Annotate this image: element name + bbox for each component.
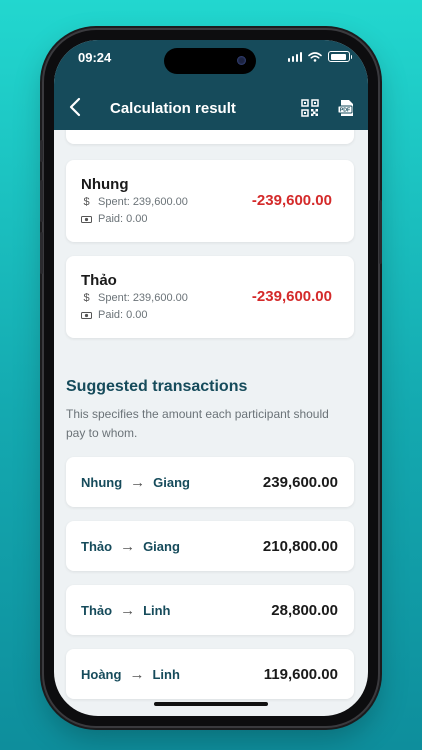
money-icon [81, 311, 92, 319]
payee-name: Giang [153, 474, 190, 490]
app-screen: 09:24 Calculation result PDF Nhung $ Spe… [54, 40, 368, 716]
participant-card: Nhung $ Spent: 239,600.00 Paid: 0.00 -23… [66, 160, 354, 242]
arrow-right-icon: → [120, 537, 136, 555]
participant-card: Thảo $ Spent: 239,600.00 Paid: 0.00 -239… [66, 256, 354, 338]
transaction-row[interactable]: Hoàng → Linh 119,600.00 [66, 649, 354, 699]
transaction-route: Nhung → Giang [81, 457, 190, 507]
transaction-row[interactable]: Thảo → Giang 210,800.00 [66, 521, 354, 571]
spent-value: 239,600.00 [132, 292, 188, 304]
payee-name: Giang [143, 538, 180, 554]
paid-row: Paid: 0.00 [81, 309, 148, 321]
payee-name: Linh [152, 666, 180, 682]
paid-value: 0.00 [126, 213, 148, 225]
transaction-amount: 28,800.00 [271, 601, 338, 619]
svg-text:PDF: PDF [340, 108, 350, 114]
status-time: 09:24 [78, 50, 112, 65]
paid-value: 0.00 [126, 309, 148, 321]
transaction-row[interactable]: Nhung → Giang 239,600.00 [66, 457, 354, 507]
spent-row: $ Spent: 239,600.00 [81, 196, 188, 208]
transaction-route: Thảo → Giang [81, 521, 180, 571]
dynamic-island [164, 48, 256, 74]
content-area[interactable]: Nhung $ Spent: 239,600.00 Paid: 0.00 -23… [54, 130, 368, 716]
spent-label: Spent: [98, 292, 130, 304]
home-indicator[interactable] [154, 702, 268, 706]
volume-down-button [40, 232, 43, 274]
qr-code-icon[interactable] [300, 98, 320, 118]
transaction-row[interactable]: Thảo → Linh 28,800.00 [66, 585, 354, 635]
transaction-route: Hoàng → Linh [81, 649, 180, 699]
phone-frame: 09:24 Calculation result PDF Nhung $ Spe… [40, 30, 382, 726]
payer-name: Thảo [81, 602, 113, 618]
volume-up-button [40, 180, 43, 222]
transaction-amount: 119,600.00 [263, 665, 338, 683]
section-title: Suggested transactions [66, 378, 248, 395]
arrow-right-icon: → [130, 473, 146, 491]
app-header: 09:24 Calculation result PDF [54, 40, 368, 130]
transaction-amount: 239,600.00 [262, 473, 338, 491]
status-icons [287, 51, 352, 62]
balance-value: -239,600.00 [251, 192, 332, 209]
participant-name: Nhung [81, 176, 129, 193]
paid-row: Paid: 0.00 [81, 213, 148, 225]
participant-card-partial [66, 130, 354, 144]
wifi-icon [308, 51, 322, 62]
section-description: This specifies the amount each participa… [66, 407, 329, 440]
transaction-amount: 210,800.00 [262, 537, 338, 555]
page-title: Calculation result [110, 100, 236, 117]
back-arrow-icon[interactable] [66, 96, 86, 118]
transaction-route: Thảo → Linh [81, 585, 171, 635]
payee-name: Linh [143, 602, 171, 618]
payer-name: Nhung [81, 474, 123, 490]
balance-value: -239,600.00 [251, 288, 332, 305]
power-button [379, 200, 382, 264]
silent-switch [40, 140, 43, 162]
dollar-icon: $ [83, 196, 90, 208]
participant-name: Thảo [81, 272, 117, 289]
dollar-icon: $ [83, 292, 90, 304]
camera-icon [237, 56, 246, 65]
paid-label: Paid: [98, 213, 124, 225]
payer-name: Hoàng [81, 666, 122, 682]
paid-label: Paid: [98, 309, 124, 321]
spent-value: 239,600.00 [132, 196, 188, 208]
battery-icon [328, 51, 352, 62]
money-icon [81, 215, 92, 223]
arrow-right-icon: → [120, 601, 136, 619]
arrow-right-icon: → [129, 665, 145, 683]
pdf-icon[interactable]: PDF [336, 98, 356, 118]
spent-row: $ Spent: 239,600.00 [81, 292, 188, 304]
payer-name: Thảo [81, 538, 113, 554]
signal-icon [287, 51, 302, 62]
spent-label: Spent: [98, 196, 130, 208]
